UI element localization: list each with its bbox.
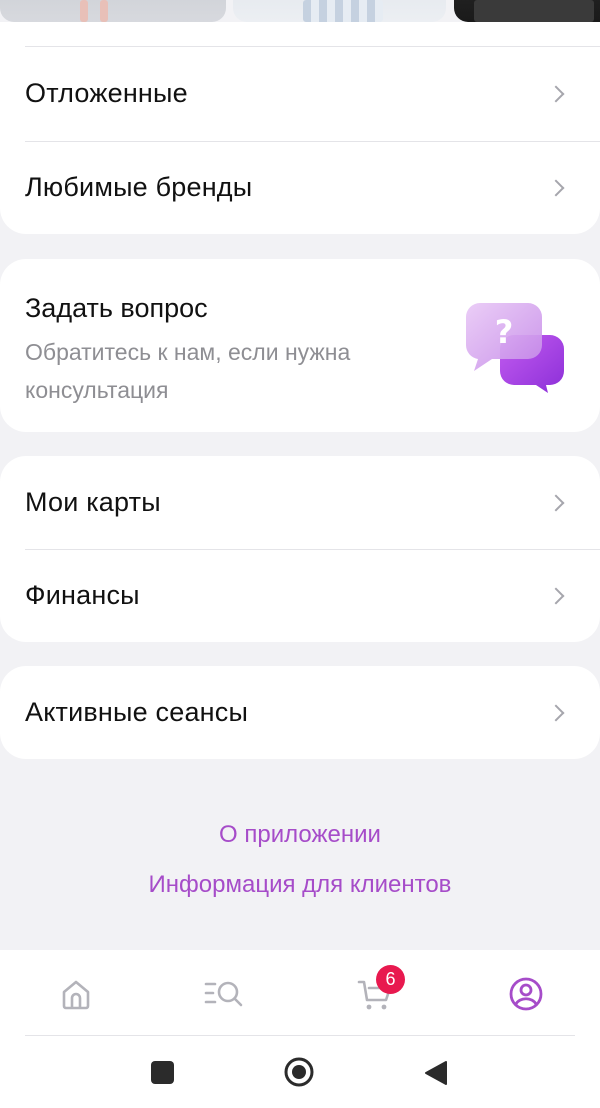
product-thumbnail[interactable] (0, 0, 226, 22)
back-triangle-icon[interactable] (424, 1060, 448, 1086)
product-thumbnail[interactable] (233, 0, 446, 22)
menu-item-label: Финансы (25, 580, 140, 610)
ask-question-card[interactable]: Задать вопрос Обратитесь к нам, если нуж… (0, 259, 600, 432)
menu-item-deferred[interactable]: Отложенные (0, 47, 600, 140)
menu-item-label: Любимые бренды (25, 172, 253, 202)
chevron-right-icon (550, 589, 564, 603)
chevron-right-icon (550, 87, 564, 101)
ask-question-title: Задать вопрос (25, 293, 208, 323)
profile-page: Отложенные Любимые бренды Задать вопрос … (0, 0, 600, 1108)
thumbnail-figure (474, 0, 594, 22)
menu-card-sessions: Активные сеансы (0, 666, 600, 759)
cart-count-badge: 6 (376, 965, 405, 994)
chevron-right-icon (550, 181, 564, 195)
footer-links: О приложении Информация для клиентов (0, 818, 600, 902)
svg-text:?: ? (495, 313, 514, 351)
system-navigation-bar (0, 1036, 600, 1108)
menu-item-favorite-brands[interactable]: Любимые бренды (0, 141, 600, 234)
clients-info-link[interactable]: Информация для клиентов (0, 868, 600, 902)
menu-item-active-sessions[interactable]: Активные сеансы (0, 666, 600, 759)
thumbnail-figure (100, 0, 108, 22)
menu-item-my-cards[interactable]: Мои карты (0, 456, 600, 549)
chevron-right-icon (550, 496, 564, 510)
chevron-right-icon (550, 706, 564, 720)
menu-item-label: Активные сеансы (25, 697, 249, 727)
home-icon[interactable] (56, 974, 96, 1014)
about-app-link[interactable]: О приложении (0, 818, 600, 852)
menu-item-label: Мои карты (25, 487, 161, 517)
menu-item-finances[interactable]: Финансы (0, 549, 600, 642)
recent-products-strip (0, 0, 600, 22)
home-circle-icon[interactable] (284, 1057, 314, 1087)
ask-question-subtitle: Обратитесь к нам, если нужна консультаци… (25, 339, 351, 403)
product-thumbnail[interactable] (454, 0, 600, 22)
profile-icon[interactable] (506, 974, 546, 1014)
thumbnail-figure (303, 0, 383, 22)
menu-item-label: Отложенные (25, 78, 188, 108)
catalog-search-icon[interactable] (204, 974, 244, 1014)
bottom-tab-bar (0, 950, 600, 1036)
recent-apps-icon[interactable] (151, 1061, 174, 1084)
menu-card-saved: Отложенные Любимые бренды (0, 22, 600, 234)
menu-card-finance: Мои карты Финансы (0, 456, 600, 642)
thumbnail-figure (80, 0, 88, 22)
question-chat-icon: ? (465, 303, 564, 393)
